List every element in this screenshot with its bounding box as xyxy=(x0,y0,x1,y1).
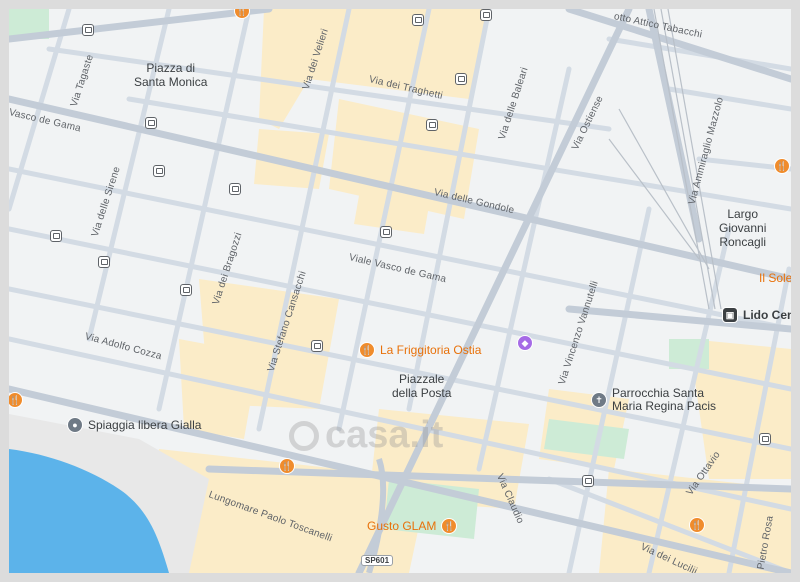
bus-stop-icon[interactable] xyxy=(426,119,438,131)
road-badge-sp601: SP601 xyxy=(361,555,394,566)
bus-stop-icon[interactable] xyxy=(455,73,467,85)
poi-spiaggia[interactable]: ● Spiaggia libera Gialla xyxy=(67,417,201,433)
bus-stop-icon[interactable] xyxy=(380,226,392,238)
train-station-icon: ▣ xyxy=(722,307,738,323)
casa-logo-icon xyxy=(289,420,319,451)
poi-il-sole[interactable]: Il Sole xyxy=(759,271,791,285)
restaurant-icon[interactable]: 🍴 xyxy=(689,517,705,533)
poi-friggitoria[interactable]: 🍴 La Friggitoria Ostia xyxy=(359,342,481,358)
bus-stop-icon[interactable] xyxy=(229,183,241,195)
restaurant-icon: 🍴 xyxy=(359,342,375,358)
bus-stop-icon[interactable] xyxy=(98,256,110,268)
place-pin-icon: ● xyxy=(67,417,83,433)
casa-it-watermark: casa.it xyxy=(289,414,443,457)
poi-lido-centro[interactable]: ▣ Lido Cen xyxy=(722,307,791,323)
bus-stop-icon[interactable] xyxy=(480,9,492,21)
bus-stop-icon[interactable] xyxy=(50,230,62,242)
poi-gusto-glam[interactable]: Gusto GLAM 🍴 xyxy=(367,518,458,534)
bus-stop-icon[interactable] xyxy=(759,433,771,445)
place-label-piazza-santa-monica: Piazza di Santa Monica xyxy=(134,61,208,89)
bus-stop-icon[interactable] xyxy=(582,475,594,487)
poi-parrocchia[interactable]: ✝ Parrocchia Santa Maria Regina Pacis xyxy=(591,387,716,413)
place-label-piazzale-posta: Piazzale della Posta xyxy=(392,372,452,400)
bus-stop-icon[interactable] xyxy=(180,284,192,296)
bus-stop-icon[interactable] xyxy=(153,165,165,177)
shopping-icon[interactable]: ◆ xyxy=(517,335,533,351)
restaurant-icon[interactable]: 🍴 xyxy=(279,458,295,474)
bus-stop-icon[interactable] xyxy=(145,117,157,129)
map-canvas[interactable]: Piazza di Santa Monica Piazzale della Po… xyxy=(9,9,791,573)
map-frame: Piazza di Santa Monica Piazzale della Po… xyxy=(0,0,800,582)
bus-stop-icon[interactable] xyxy=(82,24,94,36)
church-icon: ✝ xyxy=(591,392,607,408)
place-label-largo-roncagli: Largo Giovanni Roncagli xyxy=(719,207,767,249)
map-base-layer xyxy=(9,9,791,573)
bus-stop-icon[interactable] xyxy=(412,14,424,26)
restaurant-icon: 🍴 xyxy=(441,518,458,534)
restaurant-icon[interactable]: 🍴 xyxy=(774,158,790,174)
bus-stop-icon[interactable] xyxy=(311,340,323,352)
